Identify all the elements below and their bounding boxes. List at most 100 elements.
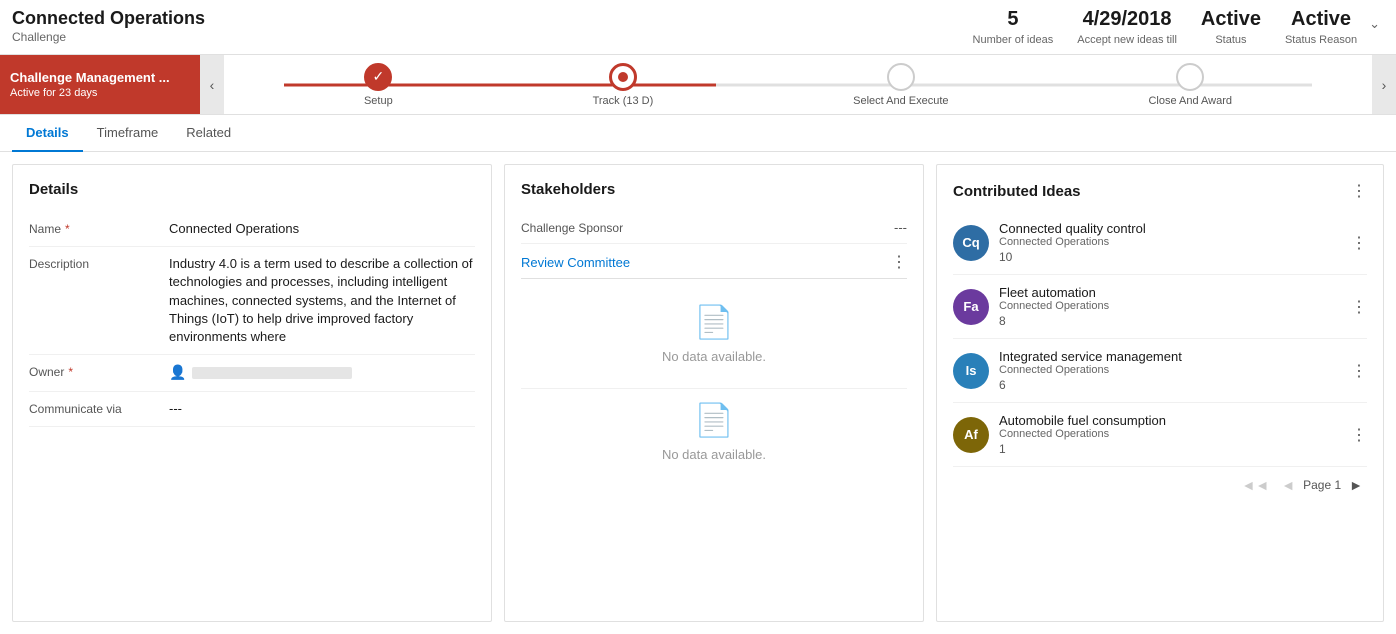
field-name-label: Name* bbox=[29, 220, 169, 236]
ideas-panel-title: Contributed Ideas bbox=[953, 183, 1081, 200]
stat-status-value: Active bbox=[1201, 8, 1261, 31]
idea-item-3: Af Automobile fuel consumption Connected… bbox=[953, 403, 1367, 467]
tabs-bar: Details Timeframe Related bbox=[0, 115, 1396, 152]
header-stats: 5 Number of ideas 4/29/2018 Accept new i… bbox=[973, 8, 1358, 46]
step-track-circle bbox=[609, 63, 637, 91]
person-icon: 👤 bbox=[169, 363, 186, 383]
idea-count-3: 1 bbox=[999, 442, 1341, 456]
idea-avatar-1: Fa bbox=[953, 289, 989, 325]
progress-prev-button[interactable]: ‹ bbox=[200, 55, 224, 114]
ideas-panel-more-icon[interactable]: ⋮ bbox=[1351, 181, 1367, 201]
tab-details[interactable]: Details bbox=[12, 115, 83, 152]
idea-title-0: Connected quality control bbox=[999, 221, 1341, 236]
stat-accept-till: 4/29/2018 Accept new ideas till bbox=[1077, 8, 1177, 46]
idea-title-3: Automobile fuel consumption bbox=[999, 413, 1341, 428]
no-data-doc-icon: 📄 bbox=[694, 303, 734, 341]
owner-row: 👤 bbox=[169, 363, 475, 383]
idea-avatar-2: Is bbox=[953, 353, 989, 389]
pagination-first-button[interactable]: ◄◄ bbox=[1238, 475, 1274, 495]
page-subtitle: Challenge bbox=[12, 30, 66, 44]
page-header: Connected Operations Challenge 5 Number … bbox=[0, 0, 1396, 55]
progress-next-button[interactable]: › bbox=[1372, 55, 1396, 114]
stat-status-label: Status bbox=[1215, 34, 1246, 46]
idea-count-1: 8 bbox=[999, 314, 1341, 328]
idea-title-1: Fleet automation bbox=[999, 285, 1341, 300]
step-close: Close And Award bbox=[1148, 63, 1232, 107]
stakeholders-no-data-2: 📄 No data available. bbox=[521, 388, 907, 486]
idea-subtitle-1: Connected Operations bbox=[999, 300, 1341, 312]
header-dropdown-button[interactable]: ⌄ bbox=[1365, 12, 1384, 36]
tab-related[interactable]: Related bbox=[172, 115, 245, 152]
step-setup-label: Setup bbox=[364, 95, 393, 107]
header-title-area: Connected Operations Challenge bbox=[12, 8, 973, 44]
idea-info-3: Automobile fuel consumption Connected Op… bbox=[999, 413, 1341, 456]
idea-more-icon-3[interactable]: ⋮ bbox=[1351, 425, 1367, 445]
stat-date-value: 4/29/2018 bbox=[1077, 8, 1177, 31]
step-track-label: Track (13 D) bbox=[593, 95, 654, 107]
challenge-badge-sub: Active for 23 days bbox=[10, 87, 190, 99]
idea-avatar-3: Af bbox=[953, 417, 989, 453]
idea-item-2: Is Integrated service management Connect… bbox=[953, 339, 1367, 403]
pagination-prev-button[interactable]: ◄ bbox=[1277, 475, 1299, 495]
tab-timeframe[interactable]: Timeframe bbox=[83, 115, 173, 152]
idea-more-icon-1[interactable]: ⋮ bbox=[1351, 297, 1367, 317]
review-committee-more-icon[interactable]: ⋮ bbox=[891, 252, 907, 272]
field-owner-value: 👤 bbox=[169, 363, 475, 383]
step-track: Track (13 D) bbox=[593, 63, 654, 107]
field-owner-label: Owner* bbox=[29, 363, 169, 379]
stakeholders-panel: Stakeholders Challenge Sponsor --- Revie… bbox=[504, 164, 924, 622]
step-close-label: Close And Award bbox=[1148, 95, 1232, 107]
field-name: Name* Connected Operations bbox=[29, 212, 475, 247]
step-setup-circle: ✓ bbox=[364, 63, 392, 91]
idea-subtitle-0: Connected Operations bbox=[999, 236, 1341, 248]
details-panel-title: Details bbox=[29, 181, 475, 198]
stat-ideas-label: Number of ideas bbox=[973, 34, 1054, 46]
stat-status-reason-value: Active bbox=[1285, 8, 1357, 31]
field-communicate-label: Communicate via bbox=[29, 400, 169, 416]
stat-ideas: 5 Number of ideas bbox=[973, 8, 1054, 46]
idea-item-0: Cq Connected quality control Connected O… bbox=[953, 211, 1367, 275]
idea-item-1: Fa Fleet automation Connected Operations… bbox=[953, 275, 1367, 339]
progress-steps: ✓ Setup Track (13 D) Select And Execute … bbox=[224, 55, 1372, 114]
owner-blurred-name bbox=[192, 367, 352, 379]
stat-ideas-value: 5 bbox=[973, 8, 1054, 31]
ideas-pagination: ◄◄ ◄ Page 1 ► bbox=[953, 467, 1367, 495]
stakeholders-panel-title: Stakeholders bbox=[521, 181, 907, 198]
field-owner: Owner* 👤 bbox=[29, 355, 475, 392]
idea-more-icon-2[interactable]: ⋮ bbox=[1351, 361, 1367, 381]
field-name-value: Connected Operations bbox=[169, 220, 475, 238]
review-committee-label[interactable]: Review Committee bbox=[521, 255, 630, 270]
field-communicate-value: --- bbox=[169, 400, 475, 418]
review-committee-row: Review Committee ⋮ bbox=[521, 244, 907, 279]
field-communicate: Communicate via --- bbox=[29, 392, 475, 427]
idea-info-2: Integrated service management Connected … bbox=[999, 349, 1341, 392]
idea-subtitle-2: Connected Operations bbox=[999, 364, 1341, 376]
no-data-doc-icon-2: 📄 bbox=[694, 401, 734, 439]
idea-count-2: 6 bbox=[999, 378, 1341, 392]
idea-count-0: 10 bbox=[999, 250, 1341, 264]
stat-status: Active Status bbox=[1201, 8, 1261, 46]
idea-avatar-0: Cq bbox=[953, 225, 989, 261]
idea-info-1: Fleet automation Connected Operations 8 bbox=[999, 285, 1341, 328]
step-close-circle bbox=[1176, 63, 1204, 91]
ideas-list: Cq Connected quality control Connected O… bbox=[953, 211, 1367, 467]
step-setup: ✓ Setup bbox=[364, 63, 393, 107]
challenge-sponsor-row: Challenge Sponsor --- bbox=[521, 212, 907, 244]
stakeholders-no-data-text-2: No data available. bbox=[662, 447, 766, 462]
pagination-next-button[interactable]: ► bbox=[1345, 475, 1367, 495]
progress-bar-area: Challenge Management ... Active for 23 d… bbox=[0, 55, 1396, 115]
pagination-page-label: Page 1 bbox=[1303, 478, 1341, 492]
main-content: Details Name* Connected Operations Descr… bbox=[0, 152, 1396, 634]
details-panel: Details Name* Connected Operations Descr… bbox=[12, 164, 492, 622]
owner-required-star: * bbox=[68, 365, 73, 379]
step-select: Select And Execute bbox=[853, 63, 948, 107]
page-title: Connected Operations bbox=[12, 8, 973, 29]
stat-status-reason: Active Status Reason bbox=[1285, 8, 1357, 46]
challenge-badge[interactable]: Challenge Management ... Active for 23 d… bbox=[0, 55, 200, 114]
stat-date-label: Accept new ideas till bbox=[1077, 34, 1177, 46]
step-select-circle bbox=[887, 63, 915, 91]
step-select-label: Select And Execute bbox=[853, 95, 948, 107]
challenge-sponsor-label: Challenge Sponsor bbox=[521, 221, 623, 235]
idea-more-icon-0[interactable]: ⋮ bbox=[1351, 233, 1367, 253]
idea-title-2: Integrated service management bbox=[999, 349, 1341, 364]
